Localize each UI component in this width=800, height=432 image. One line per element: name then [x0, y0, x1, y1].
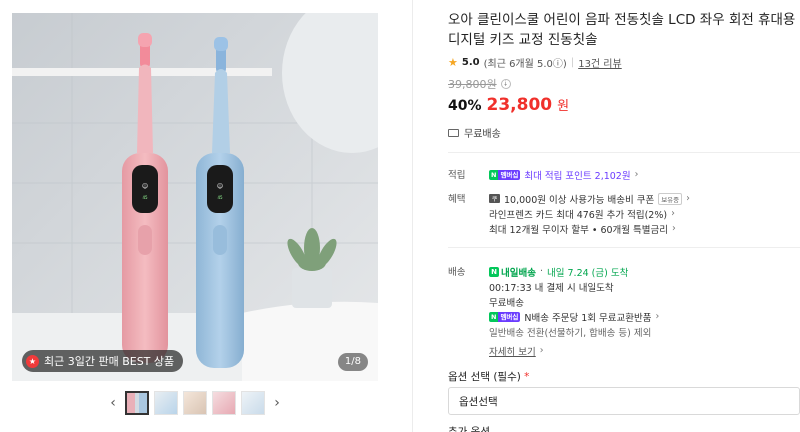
chevron-right-icon: ›	[539, 345, 544, 356]
coupon-owned-tag: 보유중	[658, 192, 683, 205]
thumbnail-strip: ‹ ›	[106, 390, 284, 416]
rating-score: 5.0	[461, 57, 480, 68]
benefit-row: 혜택 쿠 10,000원 이상 사용가능 배송비 쿠폰 보유중 › 라인프렌즈 …	[448, 191, 800, 236]
delivery-row: 배송 N 내일배송 · 내일 7.24 (금) 도착 00:17:33 내 결제…	[448, 264, 800, 358]
best-seller-badge: ★ 최근 3일간 판매 BEST 상품	[22, 350, 184, 372]
original-price-row: 39,800원 i	[448, 76, 800, 92]
rating-separator: |	[570, 57, 575, 68]
chevron-right-icon: ›	[671, 208, 675, 219]
points-row: 적립 N 멤버십 최대 적립 포인트 2,102원 ›	[448, 167, 800, 182]
product-main-image[interactable]: ☺ 45 ☺ 45 ★ 최근 3일간 판매 BEST 상품 1/8	[12, 13, 378, 381]
shipping-summary: 무료배송	[448, 125, 800, 140]
image-page-counter: 1/8	[337, 353, 368, 371]
sale-price-row: 40% 23,800 원	[448, 95, 800, 115]
svg-text:45: 45	[142, 195, 148, 200]
option-select-label: 옵션 선택 (필수) *	[448, 371, 530, 383]
points-label: 적립	[448, 170, 466, 181]
chevron-right-icon: ›	[686, 193, 690, 204]
benefit-label: 혜택	[448, 194, 466, 205]
installment-text[interactable]: 최대 12개월 무이자 할부 • 60개월 특별금리	[489, 222, 668, 236]
gift-icon: ★	[26, 354, 39, 368]
thumbnail-4[interactable]	[212, 391, 236, 415]
review-count-link[interactable]: 13건 리뷰	[578, 55, 622, 70]
required-mark: *	[524, 371, 530, 383]
thumbnail-3[interactable]	[183, 391, 207, 415]
coupon-icon: 쿠	[489, 194, 500, 203]
order-cutoff-text: 00:17:33 내 결제 시 내일도착	[489, 282, 614, 294]
general-delivery-note: 일반배송 전환(선물하기, 합배송 등) 제외	[489, 327, 652, 339]
coupon-text[interactable]: 10,000원 이상 사용가능 배송비 쿠폰	[504, 192, 654, 206]
delivery-label: 배송	[448, 267, 466, 278]
svg-text:☺: ☺	[142, 183, 148, 190]
naver-membership-badge: N 멤버십	[489, 311, 521, 322]
benefit-rows: 적립 N 멤버십 최대 적립 포인트 2,102원 › 혜택 쿠 10,000원…	[448, 167, 800, 358]
tomorrow-delivery-logo: N 내일배송	[489, 265, 536, 279]
rating-row: ★ 5.0 (최근 6개월 5.0ⓘ) | 13건 리뷰	[448, 55, 800, 70]
free-return-text: N배송 주문당 1회 무료교환반품	[524, 312, 652, 324]
product-photo-illustration: ☺ 45 ☺ 45	[12, 13, 378, 381]
thumb-prev-arrow-icon[interactable]: ‹	[106, 390, 120, 416]
additional-option-label: 추가 옵션	[448, 426, 490, 432]
truck-icon	[448, 128, 459, 137]
chevron-right-icon: ›	[672, 223, 676, 234]
sale-price: 23,800	[486, 95, 553, 115]
chevron-right-icon: ›	[655, 311, 660, 322]
arrival-date: 내일 7.24 (금) 도착	[547, 267, 629, 279]
rating-detail: (최근 6개월 5.0ⓘ)	[483, 59, 567, 70]
max-points-link[interactable]: 최대 적립 포인트 2,102원	[524, 168, 630, 182]
price-unit: 원	[557, 99, 570, 114]
best-seller-text: 최근 3일간 판매 BEST 상품	[44, 355, 175, 368]
section-divider	[448, 247, 800, 248]
thumbnail-1[interactable]	[125, 391, 149, 415]
thumbnail-2[interactable]	[154, 391, 178, 415]
thumbnail-5[interactable]	[241, 391, 265, 415]
thumb-next-arrow-icon[interactable]: ›	[270, 390, 284, 416]
column-divider	[412, 0, 413, 432]
product-info-panel: 오아 클린이스쿨 어린이 음파 전동칫솔 LCD 좌우 회전 휴대용 디지털 키…	[448, 10, 800, 358]
info-icon[interactable]: i	[500, 79, 511, 89]
n-delivery-icon: N	[489, 266, 499, 277]
delivery-separator: ·	[539, 266, 543, 277]
svg-text:45: 45	[217, 195, 223, 200]
discount-rate: 40%	[448, 98, 482, 114]
delivery-details-link[interactable]: 자세히 보기	[489, 344, 536, 358]
option-select-dropdown[interactable]: 옵션선택	[448, 387, 800, 415]
free-delivery-text: 무료배송	[489, 297, 524, 309]
section-divider	[448, 152, 800, 153]
product-title: 오아 클린이스쿨 어린이 음파 전동칫솔 LCD 좌우 회전 휴대용 디지털 키…	[448, 12, 796, 48]
star-icon: ★	[448, 56, 458, 69]
naver-membership-badge: N 멤버십	[489, 169, 521, 180]
chevron-right-icon: ›	[634, 169, 639, 180]
shipping-summary-text: 무료배송	[464, 129, 501, 140]
card-benefit-text[interactable]: 라인프렌즈 카드 최대 476원 추가 적립(2%)	[489, 207, 667, 221]
original-price: 39,800원	[448, 78, 497, 91]
svg-text:☺: ☺	[217, 183, 223, 190]
